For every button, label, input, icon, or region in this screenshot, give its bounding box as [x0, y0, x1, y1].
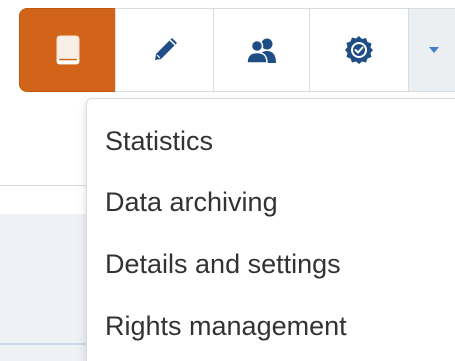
- background-panel-underline: [0, 343, 95, 345]
- dropdown-menu: Statistics Data archiving Details and se…: [86, 98, 455, 361]
- pencil-icon: [151, 36, 179, 64]
- badge-check-icon: [344, 35, 374, 65]
- book-button[interactable]: [19, 8, 116, 92]
- page: Statistics Data archiving Details and se…: [0, 0, 455, 361]
- book-icon: [56, 35, 80, 65]
- users-button[interactable]: [213, 8, 310, 92]
- caret-down-icon: [429, 46, 439, 54]
- background-panel: [0, 214, 95, 361]
- approve-button[interactable]: [309, 8, 409, 92]
- background-divider: [0, 185, 95, 186]
- more-options-button[interactable]: [408, 8, 455, 92]
- users-icon: [245, 36, 279, 64]
- menu-item-details-and-settings[interactable]: Details and settings: [105, 244, 341, 284]
- toolbar: [19, 8, 455, 92]
- menu-item-rights-management[interactable]: Rights management: [105, 306, 347, 346]
- menu-item-data-archiving[interactable]: Data archiving: [105, 182, 278, 222]
- edit-button[interactable]: [115, 8, 214, 92]
- menu-item-statistics[interactable]: Statistics: [105, 121, 213, 161]
